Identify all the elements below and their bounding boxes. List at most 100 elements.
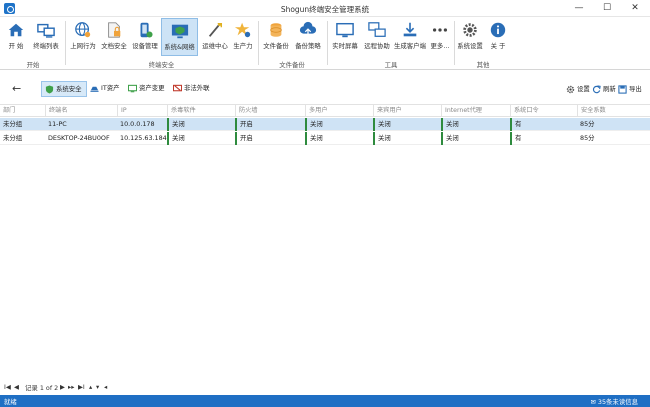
column-header-antivirus[interactable]: 杀毒软件 [167, 105, 235, 117]
cell-system-password: 有 [510, 118, 577, 131]
back-arrow-icon[interactable]: ← [12, 82, 21, 95]
ribbon-generate-client-button[interactable]: 生成客户端 [393, 18, 427, 56]
info-icon [490, 22, 506, 38]
refresh-tool-button[interactable]: 刷新 [592, 84, 616, 94]
refresh-icon [592, 84, 601, 93]
cell-ip: 10.0.0.178 [120, 120, 155, 128]
home-icon [8, 23, 24, 37]
prev-record-button[interactable]: ◀ [14, 383, 19, 391]
column-header-security-score[interactable]: 安全系数 [577, 105, 650, 117]
table-row[interactable]: 未分组 11-PC 10.0.0.178 关闭 开启 关闭 关闭 关闭 有 85… [0, 118, 650, 131]
export-tool-button[interactable]: 导出 [618, 84, 642, 94]
cell-security-score: 85分 [580, 120, 595, 128]
column-header-department[interactable]: 部门 [0, 105, 45, 117]
status-text: 就绪 [4, 398, 17, 406]
ops-center-icon [208, 22, 223, 37]
scroll-up-button[interactable]: ▴ [89, 383, 92, 391]
close-button[interactable]: ✕ [622, 0, 648, 17]
settings-icon [463, 23, 477, 37]
ribbon-ops-center-button[interactable]: 运维中心 [200, 18, 230, 56]
cell-multi-user: 关闭 [305, 118, 373, 131]
cell-firewall: 开启 [235, 118, 305, 131]
ribbon-more-button[interactable]: 更多... [428, 18, 452, 56]
minimize-button[interactable]: — [566, 0, 592, 17]
unread-messages[interactable]: ✉ 35条未读信息 [591, 397, 638, 406]
group-separator [454, 21, 455, 65]
ribbon-live-screen-button[interactable]: 实时屏幕 [330, 18, 360, 56]
mail-icon: ✉ [590, 398, 598, 406]
group-separator [65, 21, 66, 65]
cell-multi-user: 关闭 [305, 132, 373, 145]
cell-internet-proxy: 关闭 [441, 118, 510, 131]
scroll-down-button[interactable]: ▾ [96, 383, 99, 391]
title-bar: Shogun终端安全管理系统 — ☐ ✕ [0, 0, 650, 17]
next-record-button[interactable]: ▶ [60, 383, 65, 391]
group-separator [258, 21, 259, 65]
security-table: 部门 终端名 IP 杀毒软件 防火墙 多用户 来宾用户 Internet代理 系… [0, 104, 650, 380]
ribbon-document-security-button[interactable]: 文档安全 [99, 18, 129, 56]
illegal-outreach-icon [173, 84, 182, 91]
generate-client-icon [403, 22, 417, 37]
column-header-system-password[interactable]: 系统口令 [510, 105, 577, 117]
terminal-list-icon [37, 23, 55, 38]
cell-department: 未分组 [3, 120, 23, 128]
tab-system-security[interactable]: 系统安全 [41, 81, 87, 97]
ribbon-file-backup-button[interactable]: 文件备份 [261, 18, 291, 56]
group-label-start: 开始 [26, 61, 40, 69]
column-header-internet-proxy[interactable]: Internet代理 [441, 105, 510, 117]
record-navigator: I◀ ◀ 记录 1 of 2 ▶ ▸▸ ▶I ▴ ▾ ◂ [0, 383, 650, 393]
status-bar: 就绪 ✉ 35条未读信息 [0, 395, 650, 407]
maximize-button[interactable]: ☐ [594, 0, 620, 17]
export-icon [618, 84, 627, 94]
web-behavior-icon [75, 22, 91, 38]
cell-department: 未分组 [3, 134, 23, 142]
ribbon-toolbar: 开 始 终端列表 上网行为 文档安全 设备管理 系统&网络 运维中心 生产力 文… [0, 17, 650, 70]
settings-tool-button[interactable]: 设置 [566, 84, 590, 94]
last-record-button[interactable]: ▶I [78, 383, 85, 391]
ribbon-system-network-button[interactable]: 系统&网络 [161, 18, 198, 56]
cell-terminal-name: DESKTOP-24BU0OF [48, 134, 110, 142]
table-row[interactable]: 未分组 DESKTOP-24BU0OF 10.125.63.184 关闭 开启 … [0, 132, 650, 145]
tab-illegal-outreach[interactable]: 非法外联 [170, 81, 214, 97]
column-header-firewall[interactable]: 防火墙 [235, 105, 305, 117]
group-label-tools: 工具 [384, 61, 398, 69]
ribbon-settings-button[interactable]: 系统设置 [456, 18, 484, 56]
ribbon-web-behavior-button[interactable]: 上网行为 [68, 18, 98, 56]
tab-asset-change[interactable]: 资产变更 [125, 81, 169, 97]
live-screen-icon [336, 22, 354, 38]
next-page-button[interactable]: ▸▸ [68, 383, 74, 391]
cell-security-score: 85分 [580, 134, 595, 142]
group-separator [327, 21, 328, 65]
ribbon-about-button[interactable]: 关 于 [486, 18, 510, 56]
cell-firewall: 开启 [235, 132, 305, 145]
shield-icon [45, 84, 54, 94]
column-header-guest-user[interactable]: 来宾用户 [373, 105, 441, 117]
group-label-terminal-security: 终端安全 [148, 61, 175, 69]
tab-it-assets[interactable]: IT资产 [87, 81, 124, 97]
ribbon-backup-policy-button[interactable]: 备份策略 [293, 18, 323, 56]
asset-change-icon [128, 84, 137, 92]
table-header: 部门 终端名 IP 杀毒软件 防火墙 多用户 来宾用户 Internet代理 系… [0, 105, 650, 117]
file-backup-icon [270, 23, 282, 37]
more-icon [432, 28, 448, 32]
ribbon-home-button[interactable]: 开 始 [4, 18, 28, 56]
productivity-icon [234, 22, 251, 38]
cell-ip: 10.125.63.184 [120, 134, 167, 142]
column-header-ip[interactable]: IP [117, 105, 167, 117]
cell-antivirus: 关闭 [167, 118, 235, 131]
scroll-left-button[interactable]: ◂ [104, 383, 107, 391]
cell-internet-proxy: 关闭 [441, 132, 510, 145]
ribbon-terminal-list-button[interactable]: 终端列表 [30, 18, 62, 56]
gear-icon [566, 85, 575, 93]
column-header-terminal-name[interactable]: 终端名 [45, 105, 117, 117]
it-asset-icon [90, 86, 99, 92]
group-label-file-backup: 文件备份 [279, 61, 305, 69]
device-management-icon [140, 22, 153, 38]
ribbon-productivity-button[interactable]: 生产力 [231, 18, 255, 56]
backup-policy-icon [299, 21, 317, 36]
cell-antivirus: 关闭 [167, 132, 235, 145]
ribbon-device-management-button[interactable]: 设备管理 [130, 18, 160, 56]
column-header-multi-user[interactable]: 多用户 [305, 105, 373, 117]
first-record-button[interactable]: I◀ [4, 383, 11, 391]
ribbon-remote-assist-button[interactable]: 远程协助 [362, 18, 392, 56]
